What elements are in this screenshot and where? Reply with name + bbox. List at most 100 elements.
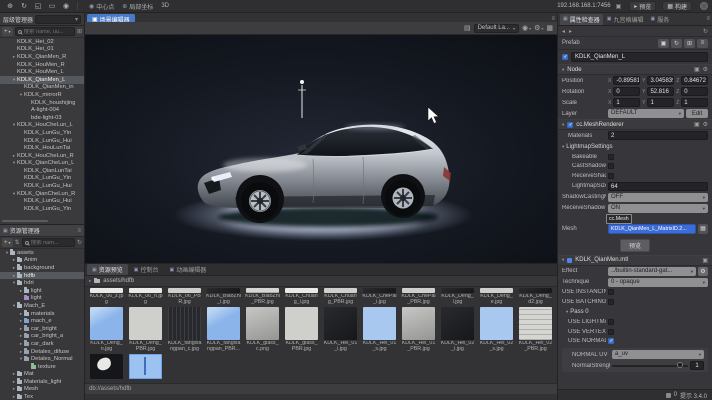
value-x-input[interactable]: 1 [613, 98, 640, 107]
asset-thumbnail[interactable]: KDLK_Chuang_PBR.jpg [321, 287, 360, 306]
asset-thumbnail[interactable]: KDLK_Deng_e.jpg [477, 287, 516, 306]
value-x-input[interactable]: -0.89581 [613, 76, 640, 85]
normal-strength-input[interactable]: 1 [690, 361, 704, 370]
asset-thumbnail[interactable]: KDLK_BiaoZhi_PBR.jpg [243, 287, 282, 306]
hierarchy-node-row[interactable]: ▸ KDLK_HouCheLun_R [0, 152, 84, 160]
value-x-input[interactable]: 0 [613, 87, 640, 96]
panel-menu-icon[interactable]: ≡ [77, 228, 81, 234]
breadcrumb-path[interactable]: assets/hdfb [103, 278, 134, 284]
transform-tool-button[interactable]: ◱ [32, 1, 44, 11]
effect-dropdown[interactable]: ../builtin-standard-gat...▾ [608, 267, 696, 276]
pass-define-checkbox[interactable] [608, 329, 614, 335]
pass-header[interactable]: ▾ Pass 0 [558, 307, 712, 318]
layer-dropdown[interactable]: DEFAULT▾ [608, 109, 684, 118]
asset-tree-row[interactable]: ▾ Mach_E [0, 302, 84, 310]
asset-thumbnail[interactable] [126, 353, 165, 379]
asset-tree-row[interactable]: ▸ hdfb [0, 272, 84, 280]
asset-tree-row[interactable]: ▸ mach_e [0, 317, 84, 325]
assets-search-input[interactable] [31, 240, 72, 246]
mesh-preview-button[interactable]: 预览 [620, 239, 650, 252]
assets-search[interactable] [22, 238, 75, 247]
asset-tree-row[interactable]: ▾ Detales_Normal [0, 355, 84, 363]
component-enabled-checkbox[interactable] [567, 122, 573, 128]
bottom-tab[interactable]: ▣控制台 [129, 264, 164, 275]
value-z-input[interactable]: 0.84672 [681, 76, 708, 85]
horizontal-scrollbar[interactable] [2, 220, 48, 222]
flag-checkbox[interactable] [608, 173, 614, 179]
gear-icon[interactable]: ⚙ [703, 66, 708, 73]
hierarchy-node-row[interactable]: KDLK_LunGu_Yin [0, 129, 84, 137]
pass-define-checkbox[interactable] [608, 319, 614, 325]
prefab-unlink-button[interactable]: ⊞ [684, 39, 695, 48]
preview-button[interactable]: ▸预览 [629, 1, 656, 11]
bottom-tab[interactable]: ▣动画编辑器 [165, 264, 212, 275]
asset-thumbnail[interactable]: KDLK_Deng_d2.jpg [516, 287, 555, 306]
node-active-checkbox[interactable] [562, 54, 568, 60]
shadow-option-dropdown[interactable]: OFF▾ [608, 193, 708, 202]
flag-checkbox[interactable] [608, 163, 614, 169]
flag-checkbox[interactable] [608, 154, 614, 160]
hierarchy-search-input[interactable] [24, 29, 72, 35]
hierarchy-search[interactable] [15, 27, 75, 36]
asset-tree-row[interactable]: ▸ light [0, 287, 84, 295]
pass-define-checkbox[interactable] [608, 338, 614, 344]
asset-thumbnail[interactable]: KDLK_Deng_i.jpg [438, 287, 477, 306]
normal-strength-slider[interactable] [612, 365, 688, 367]
asset-thumbnail[interactable]: KDLK_06_n.jpg [126, 287, 165, 306]
value-y-input[interactable]: 52.816 [647, 87, 674, 96]
mesh-asset-field[interactable]: KDLK_QianMen_L_MatrixID.2... [608, 224, 696, 234]
refresh-icon[interactable]: ↻ [703, 28, 708, 35]
hierarchy-node-row[interactable]: ▾ KDLK_mirrorR [0, 91, 84, 99]
camera-settings-dropdown[interactable]: ◉▾ [522, 24, 531, 32]
grid-toggle-icon[interactable]: ▦ [546, 24, 553, 32]
hierarchy-node-row[interactable]: bde-light-03 [0, 114, 84, 122]
layer-edit-button[interactable]: Edit [686, 109, 708, 118]
hierarchy-node-row[interactable]: KDLK_houshijing [0, 99, 84, 107]
expand-all-icon[interactable]: ⊞ [77, 28, 82, 35]
hierarchy-node-row[interactable]: KDLK_LunGu_Hui [0, 137, 84, 145]
prefab-reset-button[interactable]: ↻ [671, 39, 682, 48]
asset-tree-row[interactable]: ▸ car_bright_a [0, 333, 84, 341]
asset-tree-row[interactable]: ▸ materials [0, 310, 84, 318]
copy-icon[interactable]: ▣ [616, 3, 622, 10]
transform-tool-button[interactable]: ◉ [60, 1, 72, 11]
asset-thumbnail[interactable] [87, 353, 126, 379]
asset-tree-row[interactable]: texture [0, 363, 84, 371]
lightmap-size-input[interactable]: 64 [608, 182, 708, 191]
hierarchy-node-row[interactable]: KDLK_HouMen_L [0, 68, 84, 76]
asset-thumbnail[interactable]: KDLK_ChePai_PBR.jpg [399, 287, 438, 306]
hierarchy-node-row[interactable]: KDLK_LunGu_Yin [0, 175, 84, 183]
asset-thumbnail[interactable]: KDLK_06_PBR.jpg [165, 287, 204, 306]
nav-forward-icon[interactable]: ▸ [569, 28, 572, 35]
inspector-tab[interactable]: ▣服务 [648, 14, 673, 25]
hierarchy-node-row[interactable]: ▸ KDLK_QianMen_R [0, 53, 84, 61]
coordinate-toggle[interactable]: ⊕局部坐标 [122, 2, 153, 11]
refresh-icon[interactable]: ↻ [77, 239, 82, 246]
scene-viewport[interactable] [85, 35, 557, 263]
asset-thumbnail[interactable]: KDLK_BiaoZhi_i.jpg [204, 287, 243, 306]
hierarchy-node-row[interactable]: A-light-004 [0, 106, 84, 114]
material-section-header[interactable]: ▾ KDLK_QianMen.mtl ▣ [558, 255, 712, 266]
asset-thumbnail[interactable]: KDLK_Hei_01_i.jpg [321, 306, 360, 353]
asset-thumbnail[interactable]: KDLK_Hei_01_PBR.jpg [399, 306, 438, 353]
value-z-input[interactable]: 0 [681, 87, 708, 96]
asset-tree-row[interactable]: ▸ Detales_difuse [0, 348, 84, 356]
hierarchy-filter-dropdown[interactable]: ▾ [35, 15, 81, 24]
copy-icon[interactable]: ▣ [702, 257, 708, 264]
node-section-header[interactable]: ▾ Node ▣⚙ [558, 64, 712, 75]
asset-thumbnail[interactable]: KDLK_Deng_PBR.jpg [126, 306, 165, 353]
asset-thumbnail[interactable]: KDLK_fangxiangpan_PBR... [204, 306, 243, 353]
hierarchy-node-row[interactable]: KDLK_HouMen_R [0, 61, 84, 69]
hierarchy-node-row[interactable]: KDLK_HouLunTai [0, 144, 84, 152]
define-checkbox[interactable] [608, 289, 614, 295]
camera-view-dropdown[interactable]: Default La...▾ [474, 24, 519, 33]
effect-settings-button[interactable]: ⚙ [698, 267, 708, 276]
create-asset-button[interactable]: +▾ [2, 238, 13, 247]
transform-tool-button[interactable]: ⊕ [4, 1, 16, 11]
hierarchy-node-row[interactable]: KDLK_Hei_02 [0, 38, 84, 46]
lightmap-settings-header[interactable]: ▾ LightmapSettings [558, 141, 712, 152]
asset-thumbnail[interactable]: KDLK_glass_PBR.jpg [282, 306, 321, 353]
sort-icon[interactable]: ⇅ [15, 239, 20, 246]
normal-uv-dropdown[interactable]: a_uv▾ [612, 350, 704, 359]
gizmo-settings-dropdown[interactable]: ⚙▾ [534, 24, 543, 32]
